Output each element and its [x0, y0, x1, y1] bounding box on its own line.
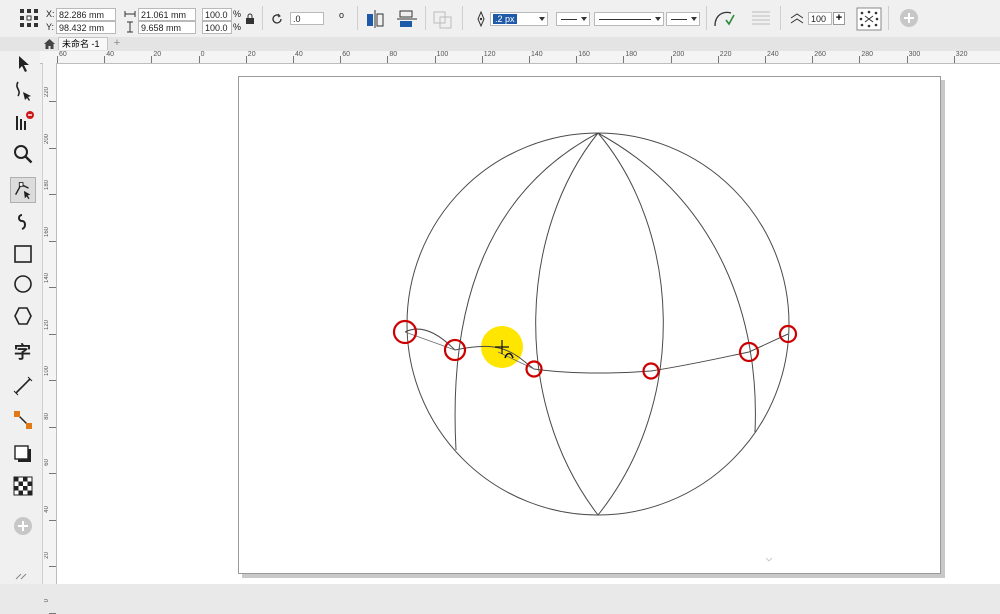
sphere-outline[interactable]: [406, 132, 790, 516]
meridian-center-left[interactable]: [535, 132, 599, 516]
meridian-center-right[interactable]: [597, 132, 664, 516]
page-corner-mark-icon: [765, 557, 773, 562]
drawing-canvas: [392, 132, 798, 562]
ruler-tick: [49, 612, 56, 614]
equator-curve[interactable]: [404, 328, 789, 374]
meridian-outer-right[interactable]: [597, 132, 756, 433]
ruler-label: 0: [44, 598, 50, 602]
meridian-outer-left[interactable]: [454, 132, 599, 451]
